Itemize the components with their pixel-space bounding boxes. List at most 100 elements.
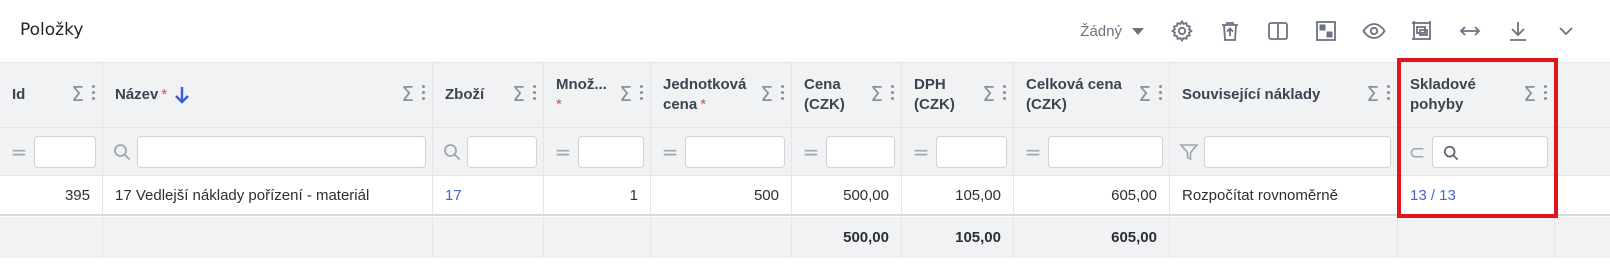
toolbar-actions: Žádný bbox=[1080, 14, 1590, 48]
cell-nazev: 17 Vedlejší náklady pořízení - materiál bbox=[103, 176, 433, 214]
equals-operator-icon[interactable]: = bbox=[550, 140, 576, 164]
sum-icon[interactable]: Σ bbox=[619, 84, 632, 104]
column-menu-icon[interactable] bbox=[1544, 85, 1548, 100]
filter-input-celkova-cena[interactable] bbox=[1048, 136, 1163, 168]
filter-cell-zbozi bbox=[433, 128, 544, 175]
cell-dph: 105,00 bbox=[902, 176, 1014, 214]
column-menu-icon[interactable] bbox=[640, 85, 644, 100]
column-header-cena[interactable]: Cena (CZK) Σ bbox=[792, 63, 902, 127]
column-header-souvisejici-naklady[interactable]: Související náklady Σ bbox=[1170, 63, 1398, 127]
delete-button[interactable] bbox=[1206, 14, 1254, 48]
sum-icon[interactable]: Σ bbox=[401, 84, 414, 104]
total-zbozi bbox=[433, 217, 544, 258]
search-icon[interactable] bbox=[439, 143, 465, 161]
columns-button[interactable] bbox=[1254, 14, 1302, 48]
columns-icon bbox=[1268, 22, 1288, 40]
filter-input-souvisejici-naklady[interactable] bbox=[1204, 136, 1391, 168]
visibility-button[interactable] bbox=[1350, 14, 1398, 48]
table-row[interactable]: 395 17 Vedlejší náklady pořízení - mater… bbox=[0, 176, 1610, 216]
sum-icon[interactable]: Σ bbox=[760, 84, 773, 104]
column-header-dph[interactable]: DPH (CZK) Σ bbox=[902, 63, 1014, 127]
sum-icon[interactable]: Σ bbox=[71, 84, 84, 104]
gear-icon bbox=[1170, 19, 1193, 43]
column-label: DPH (CZK) bbox=[914, 76, 955, 113]
settings-button[interactable] bbox=[1158, 14, 1206, 48]
download-button[interactable] bbox=[1494, 14, 1542, 48]
fit-width-button[interactable] bbox=[1446, 14, 1494, 48]
column-menu-icon[interactable] bbox=[92, 85, 96, 100]
filter-cell-jednotkova-cena: = bbox=[651, 128, 792, 175]
column-header-celkova-cena[interactable]: Celková cena (CZK) Σ bbox=[1014, 63, 1170, 127]
subset-operator-icon[interactable]: ⊂ bbox=[1404, 140, 1430, 164]
column-menu-icon[interactable] bbox=[422, 85, 426, 100]
column-menu-icon[interactable] bbox=[1003, 85, 1007, 100]
skladove-pohyby-link[interactable]: 13 / 13 bbox=[1410, 176, 1542, 214]
row-filler bbox=[1555, 176, 1610, 214]
filter-input-jednotkova-cena[interactable] bbox=[685, 136, 785, 168]
filter-input-cena[interactable] bbox=[826, 136, 895, 168]
equals-operator-icon[interactable]: = bbox=[798, 140, 824, 164]
layout-icon bbox=[1316, 21, 1336, 41]
total-nazev bbox=[103, 217, 433, 258]
filter-cell-mnozstvi: = bbox=[544, 128, 651, 175]
sum-icon[interactable]: Σ bbox=[1523, 84, 1536, 104]
total-cena: 500,00 bbox=[792, 217, 902, 258]
total-dph: 105,00 bbox=[902, 217, 1014, 258]
header-filler bbox=[1555, 63, 1610, 127]
column-header-id[interactable]: Id Σ bbox=[0, 63, 103, 127]
zbozi-link[interactable]: 17 bbox=[445, 176, 531, 214]
sum-icon[interactable]: Σ bbox=[1138, 84, 1151, 104]
cell-mnozstvi: 1 bbox=[544, 176, 651, 214]
cell-skladove-pohyby: 13 / 13 bbox=[1398, 176, 1555, 214]
column-header-jednotkova-cena[interactable]: Jednotková cena * Σ bbox=[651, 63, 792, 127]
filter-cell-skladove-pohyby: ⊂ bbox=[1398, 128, 1555, 175]
column-menu-icon[interactable] bbox=[891, 85, 895, 100]
column-menu-icon[interactable] bbox=[781, 85, 785, 100]
total-jednotkova-cena bbox=[651, 217, 792, 258]
column-header-mnozstvi[interactable]: Množ... * Σ bbox=[544, 63, 651, 127]
column-menu-icon[interactable] bbox=[533, 85, 537, 100]
sum-icon[interactable]: Σ bbox=[870, 84, 883, 104]
filter-cell-cena: = bbox=[792, 128, 902, 175]
preset-label: Žádný bbox=[1080, 22, 1122, 40]
equals-operator-icon[interactable]: = bbox=[657, 140, 683, 164]
equals-operator-icon[interactable]: = bbox=[1020, 140, 1046, 164]
total-skladove-pohyby bbox=[1398, 217, 1555, 258]
sort-desc-icon[interactable] bbox=[173, 85, 191, 105]
required-marker: * bbox=[161, 86, 168, 103]
column-menu-icon[interactable] bbox=[1387, 85, 1391, 100]
equals-operator-icon[interactable]: = bbox=[908, 140, 934, 164]
required-marker: * bbox=[556, 96, 562, 113]
column-label: Související náklady bbox=[1182, 86, 1321, 103]
eye-icon bbox=[1362, 23, 1386, 39]
filter-input-mnozstvi[interactable] bbox=[578, 136, 644, 168]
filter-input-zbozi[interactable] bbox=[467, 136, 537, 168]
funnel-icon[interactable] bbox=[1176, 142, 1202, 162]
preset-dropdown[interactable]: Žádný bbox=[1080, 23, 1144, 40]
sum-icon[interactable]: Σ bbox=[1366, 84, 1379, 104]
filter-input-nazev[interactable] bbox=[137, 136, 426, 168]
column-menu-icon[interactable] bbox=[1159, 85, 1163, 100]
trash-icon bbox=[1222, 22, 1238, 41]
panel-toolbar: Položky Žádný bbox=[0, 0, 1610, 63]
column-header-zbozi[interactable]: Zboží Σ bbox=[433, 63, 544, 127]
filter-input-dph[interactable] bbox=[936, 136, 1007, 168]
equals-operator-icon[interactable]: = bbox=[6, 140, 32, 164]
column-header-skladove-pohyby[interactable]: Skladové pohyby Σ bbox=[1398, 63, 1555, 127]
cell-zbozi: 17 bbox=[433, 176, 544, 214]
layout-button[interactable] bbox=[1302, 14, 1350, 48]
cell-celkova-cena: 605,00 bbox=[1014, 176, 1170, 214]
filter-input-id[interactable] bbox=[34, 136, 96, 168]
filter-cell-nazev bbox=[103, 128, 433, 175]
cell-jednotkova-cena: 500 bbox=[651, 176, 792, 214]
fullscreen-icon bbox=[1412, 21, 1431, 40]
search-icon[interactable] bbox=[109, 143, 135, 161]
more-button[interactable] bbox=[1542, 14, 1590, 48]
column-header-nazev[interactable]: Název * Σ bbox=[103, 63, 433, 127]
fullscreen-button[interactable] bbox=[1398, 14, 1446, 48]
filter-row: = = = = = = ⊂ bbox=[0, 128, 1610, 176]
sum-icon[interactable]: Σ bbox=[512, 84, 525, 104]
sum-icon[interactable]: Σ bbox=[982, 84, 995, 104]
column-label: Cena (CZK) bbox=[804, 76, 845, 113]
filter-input-skladove-pohyby[interactable] bbox=[1432, 136, 1548, 168]
